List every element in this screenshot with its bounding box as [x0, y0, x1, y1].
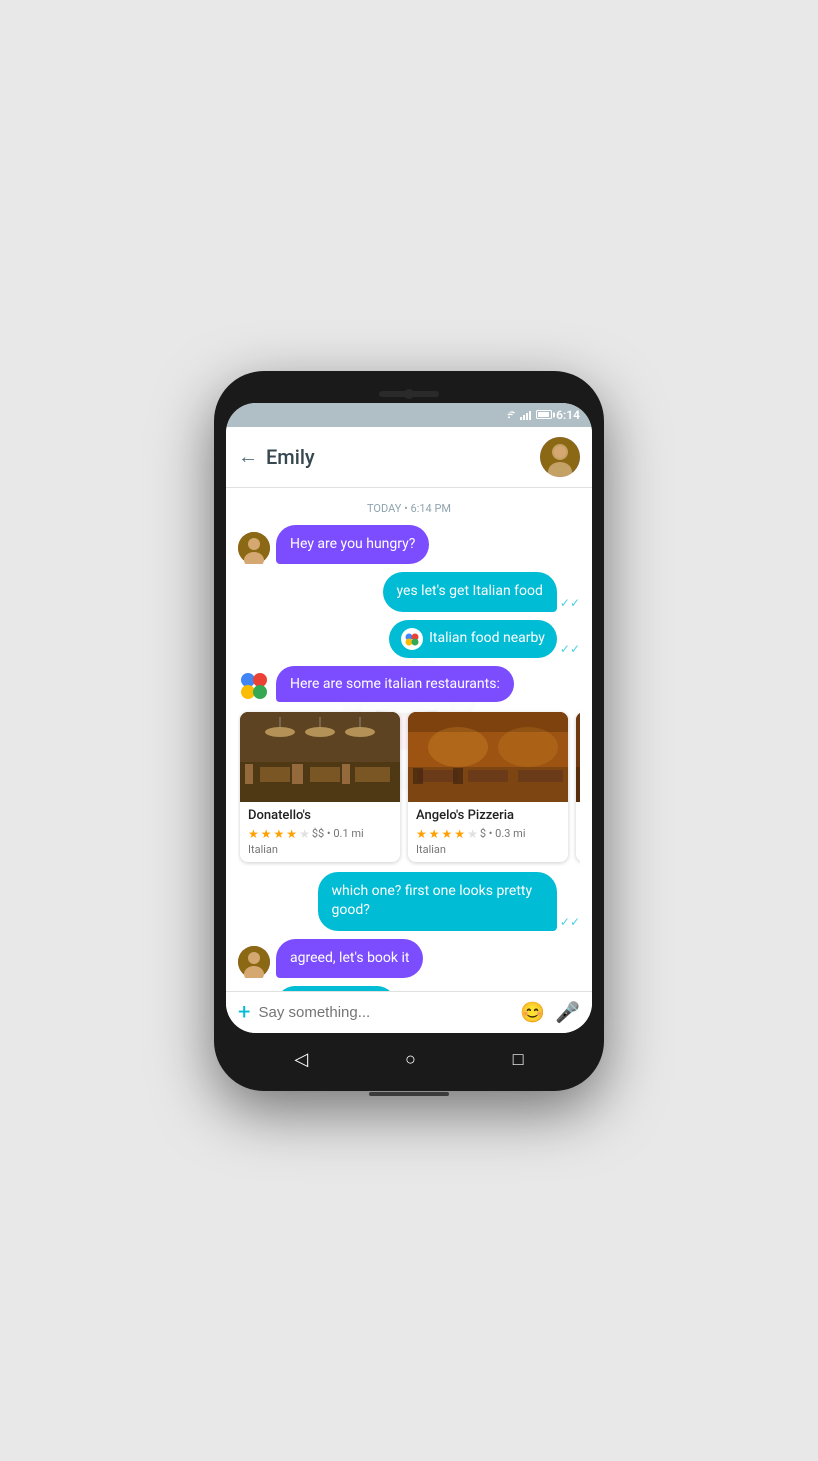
check-mark-3: ✓✓: [560, 642, 580, 656]
restaurant-stars-1: ★ ★ ★ ★ ★ $$ • 0.1 mi: [248, 827, 392, 841]
star-1: ★: [416, 827, 427, 841]
phone-device: 6:14 ← Emily 👻 TODAY • 6:14 PM: [214, 371, 604, 1091]
restaurant-type-2: Italian: [416, 843, 560, 856]
phone-screen: 6:14 ← Emily 👻 TODAY • 6:14 PM: [226, 403, 592, 1033]
input-icons: 😊 🎤: [520, 1000, 580, 1024]
phone-top-bar: [226, 383, 592, 403]
message-bubble-3: Italian food nearby: [389, 620, 557, 658]
signal-icon: [520, 410, 532, 420]
message-row-5: which one? first one looks pretty good? …: [238, 872, 580, 931]
message-bubble-1: Hey are you hungry?: [276, 525, 429, 565]
message-text-6: agreed, let's book it: [290, 950, 409, 966]
message-row-6: agreed, let's book it: [238, 939, 580, 979]
restaurant-info-2: Angelo's Pizzeria ★ ★ ★ ★ ★ $ • 0.3 mi I…: [408, 802, 568, 862]
avatar-svg-small-6: [238, 946, 270, 978]
restaurant-image-3: [576, 712, 580, 802]
nav-home-button[interactable]: ○: [399, 1043, 422, 1076]
contact-name: Emily: [266, 445, 540, 469]
message-bubble-6: agreed, let's book it: [276, 939, 423, 979]
restaurant-stars-2: ★ ★ ★ ★ ★ $ • 0.3 mi: [416, 827, 560, 841]
nav-recent-button[interactable]: □: [507, 1043, 530, 1076]
restaurant-card-3[interactable]: Paolo's Piz... ★ ★ ★ ★ Italian: [576, 712, 580, 862]
restaurant-scene-svg-3: [576, 712, 580, 802]
chat-timestamp: TODAY • 6:14 PM: [238, 502, 580, 515]
status-time: 6:14: [556, 408, 580, 422]
nav-bar: ◁ ○ □: [226, 1033, 592, 1086]
star-3: ★: [442, 827, 453, 841]
restaurant-price-dist-1: $$ • 0.1 mi: [312, 827, 364, 840]
restaurant-name-1: Donatello's: [248, 808, 392, 823]
star-4: ★: [454, 827, 465, 841]
restaurant-info-1: Donatello's ★ ★ ★ ★ ★ $$ • 0.1 mi Italia…: [240, 802, 400, 862]
check-mark-5: ✓✓: [560, 915, 580, 929]
emoji-button[interactable]: 😊: [520, 1000, 545, 1024]
nav-back-button[interactable]: ◁: [288, 1043, 314, 1076]
phone-camera: [404, 389, 414, 399]
star-2: ★: [261, 827, 272, 841]
star-5: ★: [467, 827, 478, 841]
check-mark-2: ✓✓: [560, 596, 580, 610]
status-bar: 6:14: [226, 403, 592, 427]
restaurant-card-1[interactable]: Donatello's ★ ★ ★ ★ ★ $$ • 0.1 mi Italia…: [240, 712, 400, 862]
sender-avatar-1: [238, 532, 270, 564]
message-text-3: Italian food nearby: [429, 629, 545, 649]
status-icons: 6:14: [502, 408, 580, 422]
message-bubble-7: Donatello's: [276, 986, 396, 990]
restaurant-name-2: Angelo's Pizzeria: [416, 808, 560, 823]
restaurant-image-2: [408, 712, 568, 802]
star-5: ★: [299, 827, 310, 841]
message-row-4: Here are some italian restaurants:: [238, 666, 580, 702]
restaurant-cards: Donatello's ★ ★ ★ ★ ★ $$ • 0.1 mi Italia…: [238, 708, 580, 866]
mic-button[interactable]: 🎤: [555, 1000, 580, 1024]
input-area: + 😊 🎤: [226, 991, 592, 1033]
message-text-4: Here are some italian restaurants:: [290, 676, 500, 692]
star-2: ★: [429, 827, 440, 841]
restaurant-cards-scroll[interactable]: Donatello's ★ ★ ★ ★ ★ $$ • 0.1 mi Italia…: [238, 708, 580, 866]
message-row-2: yes let's get Italian food ✓✓: [238, 572, 580, 612]
home-bar: [369, 1092, 449, 1096]
google-dots-icon: [238, 668, 270, 700]
star-4: ★: [286, 827, 297, 841]
message-row-3: Italian food nearby ✓✓: [238, 620, 580, 658]
avatar-svg: [540, 437, 580, 477]
restaurant-scene-svg-1: [240, 712, 400, 802]
message-input[interactable]: [258, 1004, 512, 1021]
message-text-1: Hey are you hungry?: [290, 536, 415, 552]
star-1: ★: [248, 827, 259, 841]
message-bubble-2: yes let's get Italian food: [383, 572, 557, 612]
back-button[interactable]: ←: [238, 444, 258, 469]
restaurant-info-3: Paolo's Piz... ★ ★ ★ ★ Italian: [576, 802, 580, 862]
message-row-7: Donatello's: [238, 986, 580, 990]
wifi-icon: [502, 410, 516, 420]
restaurant-type-1: Italian: [248, 843, 392, 856]
avatar-svg-small: [238, 532, 270, 564]
app-header: ← Emily: [226, 427, 592, 488]
restaurant-price-dist-2: $ • 0.3 mi: [480, 827, 526, 840]
star-3: ★: [274, 827, 285, 841]
battery-icon: [536, 410, 552, 419]
restaurant-card-2[interactable]: Angelo's Pizzeria ★ ★ ★ ★ ★ $ • 0.3 mi I…: [408, 712, 568, 862]
chat-area: 👻 TODAY • 6:14 PM Hey are you hungry?: [226, 488, 592, 991]
assistant-logo-icon: [401, 628, 423, 650]
message-text-5: which one? first one looks pretty good?: [332, 883, 533, 919]
contact-avatar[interactable]: [540, 437, 580, 477]
phone-bottom-bar: [226, 1086, 592, 1100]
message-row-1: Hey are you hungry?: [238, 525, 580, 565]
sender-avatar-6: [238, 946, 270, 978]
restaurant-scene-svg-2: [408, 712, 568, 802]
message-bubble-5: which one? first one looks pretty good?: [318, 872, 557, 931]
add-attachment-button[interactable]: +: [238, 1000, 250, 1025]
restaurant-image-1: [240, 712, 400, 802]
ai-avatar: [238, 668, 270, 700]
message-bubble-4: Here are some italian restaurants:: [276, 666, 514, 702]
message-text-2: yes let's get Italian food: [397, 583, 543, 599]
